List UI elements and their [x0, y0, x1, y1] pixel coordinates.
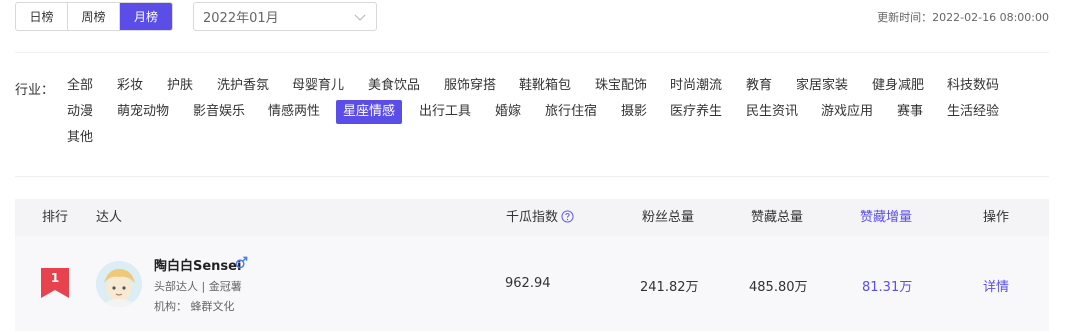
- header-likes-growth[interactable]: 赞藏增量: [860, 199, 912, 236]
- industry-tag[interactable]: 科技数码: [940, 74, 1006, 98]
- likes-growth-value: 81.31万: [862, 280, 913, 295]
- industry-tag[interactable]: 动漫: [60, 100, 100, 124]
- industry-tag[interactable]: 全部: [60, 74, 100, 98]
- details-link[interactable]: 详情: [983, 276, 1009, 295]
- industry-tag[interactable]: 婚嫁: [488, 100, 528, 124]
- industry-tag[interactable]: 护肤: [160, 74, 200, 98]
- creator-name[interactable]: 陶白白Sensei: [154, 255, 241, 274]
- period-segmented-control: 日榜 周榜 月榜: [15, 2, 173, 31]
- industry-tag[interactable]: 情感两性: [261, 100, 327, 124]
- rank-number: 1: [50, 271, 60, 285]
- industry-tag[interactable]: 医疗养生: [663, 100, 729, 124]
- industry-tag[interactable]: 旅行住宿: [538, 100, 604, 124]
- header-creator: 达人: [96, 210, 123, 225]
- divider: [15, 176, 1049, 177]
- monthly-rank-button[interactable]: 月榜: [120, 3, 172, 30]
- industry-tag[interactable]: 彩妆: [110, 74, 150, 98]
- divider: [15, 52, 1049, 53]
- header-rank: 排行: [42, 210, 69, 225]
- creator-level: 头部达人 | 金冠薯: [154, 280, 242, 293]
- industry-tag[interactable]: 服饰穿搭: [437, 74, 503, 98]
- industry-tag[interactable]: 教育: [739, 74, 779, 98]
- likes-value: 485.80万: [749, 280, 808, 295]
- industry-tag[interactable]: 母婴育儿: [285, 74, 351, 98]
- industry-tag[interactable]: 游戏应用: [814, 100, 880, 124]
- industry-tag[interactable]: 民生资讯: [739, 100, 805, 124]
- industry-tag[interactable]: 健身减肥: [865, 74, 931, 98]
- industry-tag-active[interactable]: 星座情感: [336, 100, 403, 124]
- male-icon: [235, 256, 248, 269]
- header-index-label: 千瓜指数: [506, 210, 559, 225]
- header-likes: 赞藏总量: [751, 210, 804, 225]
- industry-tag[interactable]: 影音娱乐: [186, 100, 252, 124]
- header-action: 操作: [983, 210, 1010, 225]
- fans-value: 241.82万: [640, 280, 699, 295]
- industry-tag[interactable]: 时尚潮流: [663, 74, 729, 98]
- month-select-value: 2022年01月: [203, 11, 279, 26]
- industry-tag[interactable]: 生活经验: [940, 100, 1006, 124]
- daily-rank-button[interactable]: 日榜: [16, 3, 68, 30]
- month-select[interactable]: 2022年01月: [193, 2, 377, 31]
- help-icon[interactable]: [561, 210, 574, 223]
- industry-label: 行业：: [15, 83, 55, 98]
- rank-badge: 1: [41, 268, 69, 298]
- table-header: 排行 达人 千瓜指数 粉丝总量 赞藏总量 赞藏增量 操作: [15, 199, 1049, 236]
- update-time: 更新时间：2022-02-16 08:00:00: [877, 11, 1049, 24]
- industry-tag[interactable]: 鞋靴箱包: [512, 74, 578, 98]
- industry-tag[interactable]: 其他: [60, 126, 100, 150]
- weekly-rank-button[interactable]: 周榜: [68, 3, 120, 30]
- industry-tag[interactable]: 珠宝配饰: [588, 74, 654, 98]
- chevron-down-icon: [354, 14, 366, 21]
- table-row: 1 陶白白Sensei 头部达人 | 金冠薯 机构： 蜂群文化 962.94 2…: [15, 236, 1049, 331]
- avatar[interactable]: [96, 261, 142, 307]
- industry-tag[interactable]: 洗护香氛: [210, 74, 276, 98]
- creator-org: 机构： 蜂群文化: [154, 300, 235, 313]
- industry-tag[interactable]: 赛事: [890, 100, 930, 124]
- industry-tag[interactable]: 家居家装: [789, 74, 855, 98]
- industry-tag[interactable]: 萌宠动物: [110, 100, 176, 124]
- index-value: 962.94: [505, 276, 551, 291]
- industry-tag[interactable]: 摄影: [614, 100, 654, 124]
- header-index: 千瓜指数: [506, 199, 574, 236]
- industry-tag[interactable]: 美食饮品: [361, 74, 427, 98]
- header-fans: 粉丝总量: [642, 210, 695, 225]
- industry-tag[interactable]: 出行工具: [412, 100, 478, 124]
